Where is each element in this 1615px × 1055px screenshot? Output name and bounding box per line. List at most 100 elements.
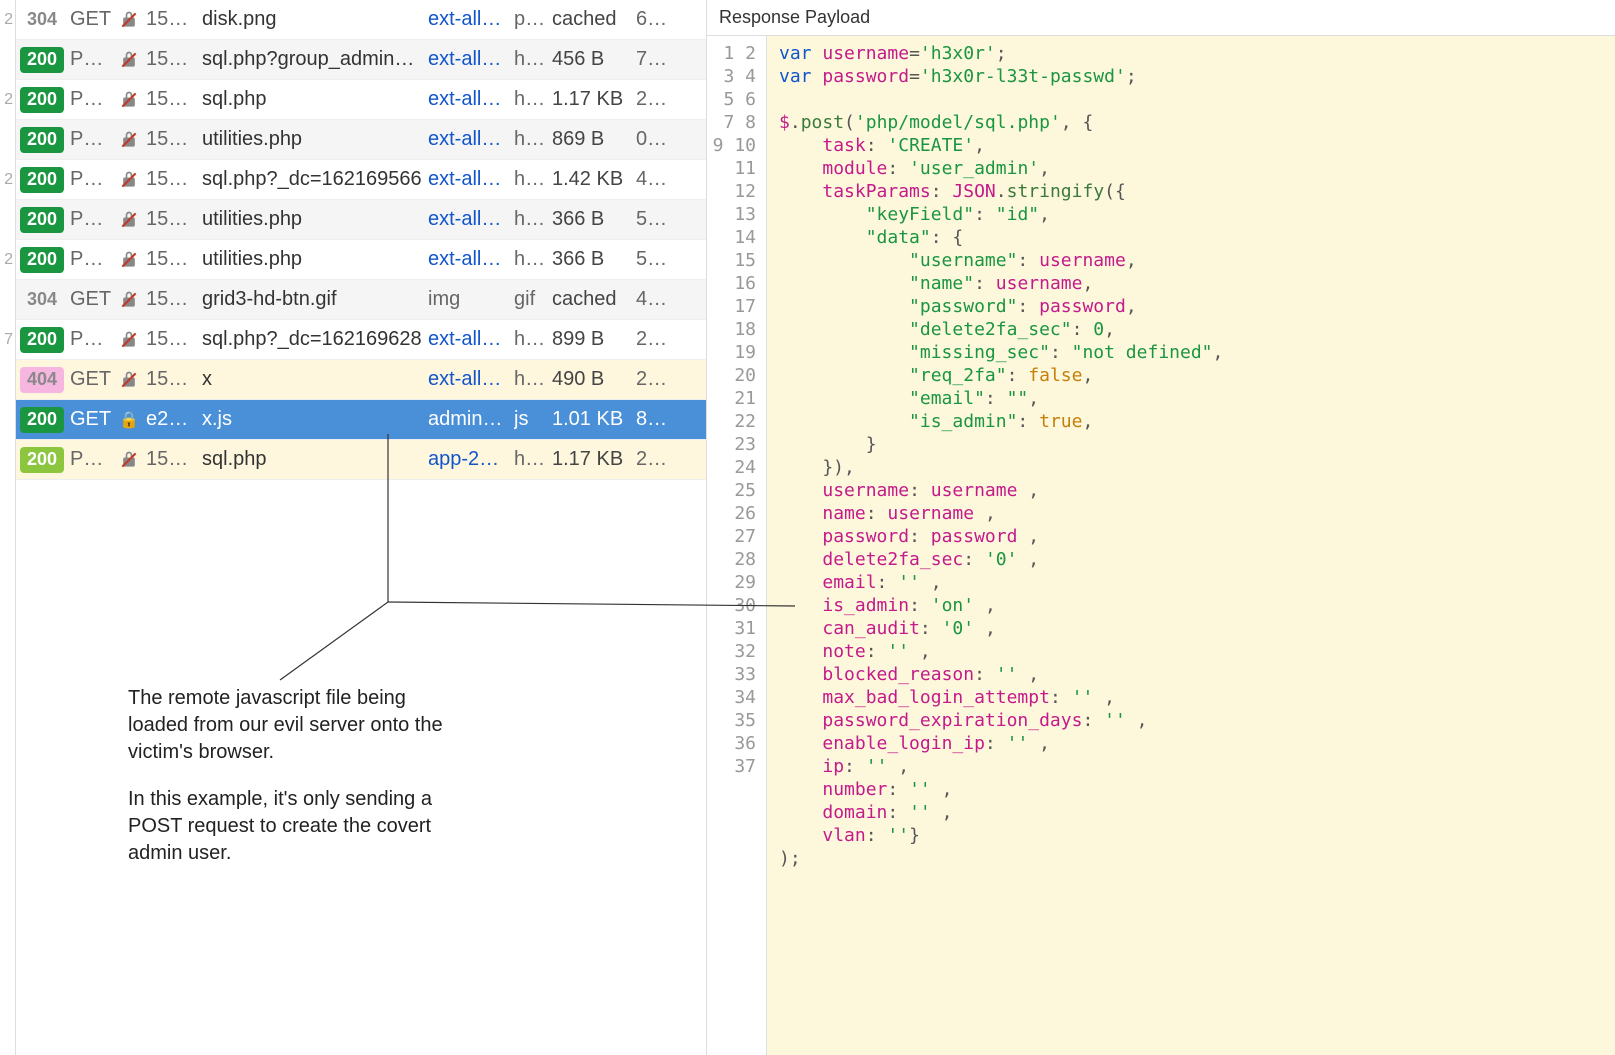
request-file: x (202, 368, 422, 391)
request-size: cached (552, 288, 630, 311)
insecure-icon (118, 210, 140, 230)
request-domain: 159… (146, 128, 196, 151)
http-method: P… (70, 88, 112, 111)
request-type: h… (514, 208, 546, 231)
request-initiator[interactable]: ext-all… (428, 328, 508, 351)
status-badge: 404 (20, 367, 64, 393)
request-type: h… (514, 168, 546, 191)
request-domain: 159… (146, 48, 196, 71)
response-code-area[interactable]: 1 2 3 4 5 6 7 8 9 10 11 12 13 14 15 16 1… (707, 36, 1615, 1055)
request-size: 366 B (552, 248, 630, 271)
request-file: disk.png (202, 8, 422, 31)
request-initiator[interactable]: ext-all… (428, 168, 508, 191)
network-row[interactable]: 404GET159…xext-all…h…490 B2… (16, 360, 706, 400)
request-domain: 159… (146, 448, 196, 471)
network-request-table[interactable]: 304GET159…disk.pngext-all…p…cached6…200P… (16, 0, 706, 1055)
request-type: h… (514, 88, 546, 111)
insecure-icon (118, 290, 140, 310)
status-badge: 200 (20, 87, 64, 113)
insecure-icon (118, 90, 140, 110)
request-initiator[interactable]: ext-all… (428, 128, 508, 151)
request-time: 4… (636, 288, 668, 311)
request-initiator[interactable]: admin.… (428, 408, 508, 431)
lock-icon: 🔒 (118, 410, 140, 430)
request-type: h… (514, 448, 546, 471)
network-row[interactable]: 304GET159…grid3-hd-btn.gifimggifcached4… (16, 280, 706, 320)
http-method: GET (70, 8, 112, 31)
request-time: 8… (636, 408, 668, 431)
request-domain: 159… (146, 88, 196, 111)
request-file: utilities.php (202, 128, 422, 151)
request-time: 5… (636, 248, 668, 271)
network-row[interactable]: 200P…159…sql.phpext-all…h…1.17 KB2… (16, 80, 706, 120)
request-size: 1.17 KB (552, 88, 630, 111)
request-file: sql.php?_dc=162169628 (202, 328, 422, 351)
request-initiator[interactable]: ext-all… (428, 368, 508, 391)
request-domain: 159… (146, 368, 196, 391)
request-size: 1.17 KB (552, 448, 630, 471)
annotation-p1: The remote javascript file being loaded … (128, 685, 458, 766)
code-line-gutter: 1 2 3 4 5 6 7 8 9 10 11 12 13 14 15 16 1… (707, 36, 767, 1055)
request-initiator[interactable]: ext-all… (428, 248, 508, 271)
request-time: 4… (636, 168, 668, 191)
request-domain: 159… (146, 8, 196, 31)
request-size: 490 B (552, 368, 630, 391)
request-initiator[interactable]: ext-all… (428, 208, 508, 231)
status-badge: 200 (20, 127, 64, 153)
request-type: h… (514, 48, 546, 71)
request-size: cached (552, 8, 630, 31)
request-domain: 159… (146, 208, 196, 231)
status-badge: 304 (20, 287, 64, 313)
status-badge: 200 (20, 47, 64, 73)
request-file: sql.php (202, 448, 422, 471)
request-domain: 159… (146, 168, 196, 191)
request-time: 2… (636, 328, 668, 351)
request-type: gif (514, 288, 546, 311)
request-time: 0… (636, 128, 668, 151)
request-type: h… (514, 128, 546, 151)
request-initiator[interactable]: img (428, 288, 508, 311)
request-domain: 159… (146, 328, 196, 351)
request-time: 2… (636, 368, 668, 391)
request-size: 366 B (552, 208, 630, 231)
status-badge: 200 (20, 407, 64, 433)
response-payload-header[interactable]: Response Payload (707, 0, 1615, 36)
request-size: 899 B (552, 328, 630, 351)
request-type: js (514, 408, 546, 431)
insecure-icon (118, 50, 140, 70)
response-panel: Response Payload 1 2 3 4 5 6 7 8 9 10 11… (706, 0, 1615, 1055)
request-type: h… (514, 368, 546, 391)
network-row[interactable]: 200P…159…sql.phpapp-2…h…1.17 KB2… (16, 440, 706, 480)
waterfall-markers: 22227 (0, 0, 16, 1055)
http-method: GET (70, 408, 112, 431)
status-badge: 200 (20, 247, 64, 273)
http-method: P… (70, 168, 112, 191)
request-file: sql.php?_dc=162169566 (202, 168, 422, 191)
response-code[interactable]: var username='h3x0r';var password='h3x0r… (767, 36, 1615, 1055)
annotation-p2: In this example, it's only sending a POS… (128, 786, 458, 867)
request-initiator[interactable]: ext-all… (428, 88, 508, 111)
network-row[interactable]: 304GET159…disk.pngext-all…p…cached6… (16, 0, 706, 40)
insecure-icon (118, 170, 140, 190)
network-row[interactable]: 200P…159…utilities.phpext-all…h…869 B0… (16, 120, 706, 160)
network-row[interactable]: 200P…159…sql.php?_dc=162169566ext-all…h…… (16, 160, 706, 200)
http-method: P… (70, 248, 112, 271)
request-size: 456 B (552, 48, 630, 71)
network-row[interactable]: 200P…159…utilities.phpext-all…h…366 B5… (16, 200, 706, 240)
network-row[interactable]: 200P…159…utilities.phpext-all…h…366 B5… (16, 240, 706, 280)
request-file: utilities.php (202, 248, 422, 271)
request-initiator[interactable]: ext-all… (428, 48, 508, 71)
network-row[interactable]: 200P…159…sql.php?group_admin&_cext-all…h… (16, 40, 706, 80)
request-initiator[interactable]: ext-all… (428, 8, 508, 31)
network-row[interactable]: 200GET🔒e2b…x.jsadmin.…js1.01 KB8… (16, 400, 706, 440)
insecure-icon (118, 250, 140, 270)
request-initiator[interactable]: app-2… (428, 448, 508, 471)
request-type: h… (514, 328, 546, 351)
request-type: p… (514, 8, 546, 31)
network-row[interactable]: 200P…159…sql.php?_dc=162169628ext-all…h…… (16, 320, 706, 360)
request-domain: e2b… (146, 408, 196, 431)
request-time: 7… (636, 48, 668, 71)
status-badge: 200 (20, 447, 64, 473)
annotation-text: The remote javascript file being loaded … (128, 685, 458, 887)
request-time: 6… (636, 8, 668, 31)
